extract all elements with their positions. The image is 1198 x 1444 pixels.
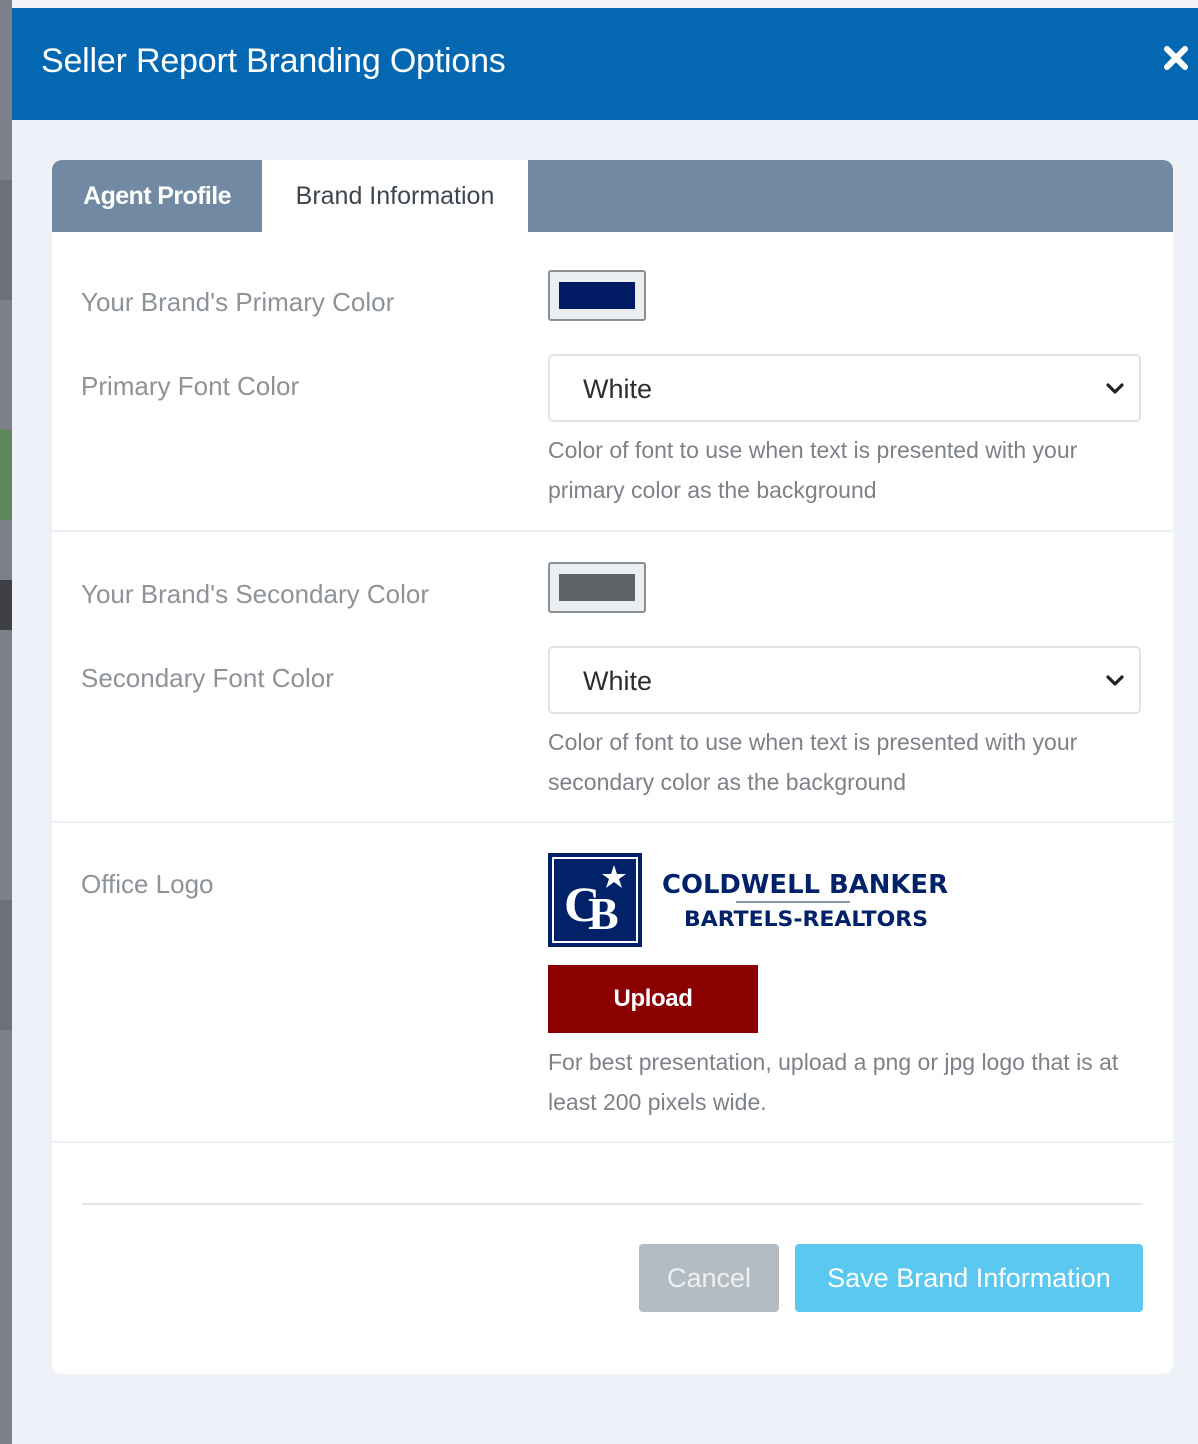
secondary-font-color-help: Color of font to use when text is presen… [548,729,1078,795]
tab-bar: Agent Profile Brand Information [52,160,1173,232]
background-page-edge [0,0,12,1444]
branding-options-modal: Seller Report Branding Options Agent Pro… [12,8,1198,1444]
office-logo-image: C B COLDWELL BANKER BARTELS-REALTORS [548,853,948,947]
primary-font-color-label: Primary Font Color [81,371,300,401]
modal-header: Seller Report Branding Options [12,8,1198,120]
section-divider [52,821,1173,823]
footer-divider [82,1203,1143,1205]
secondary-font-color-select[interactable]: White [548,646,1141,714]
cancel-button[interactable]: Cancel [639,1244,779,1312]
office-logo-label: Office Logo [81,869,214,899]
primary-color-swatch [559,282,635,309]
secondary-color-picker[interactable] [548,562,646,613]
section-divider [52,1141,1173,1143]
logo-brand-line2: BARTELS-REALTORS [684,907,928,931]
chevron-down-icon [1106,675,1124,686]
svg-text:B: B [588,888,619,939]
section-divider [52,530,1173,532]
primary-font-color-help: Color of font to use when text is presen… [548,437,1078,503]
logo-brand-line1: COLDWELL BANKER [662,870,948,900]
tab-brand-information[interactable]: Brand Information [262,160,528,232]
secondary-font-color-value: White [583,666,653,696]
brand-form-card: Agent Profile Brand Information Your Bra… [52,160,1173,1374]
secondary-color-label: Your Brand's Secondary Color [81,579,429,609]
office-logo-help: For best presentation, upload a png or j… [548,1049,1119,1115]
chevron-down-icon [1106,383,1124,394]
primary-font-color-value: White [583,374,653,404]
modal-title: Seller Report Branding Options [41,42,506,80]
primary-color-picker[interactable] [548,270,646,321]
secondary-color-swatch [559,574,635,601]
save-brand-information-button[interactable]: Save Brand Information [795,1244,1143,1312]
upload-logo-button[interactable]: Upload [548,965,758,1033]
primary-color-label: Your Brand's Primary Color [81,287,395,317]
close-icon[interactable] [1162,44,1190,72]
primary-font-color-select[interactable]: White [548,354,1141,422]
tab-agent-profile[interactable]: Agent Profile [52,160,262,232]
secondary-font-color-label: Secondary Font Color [81,663,334,693]
